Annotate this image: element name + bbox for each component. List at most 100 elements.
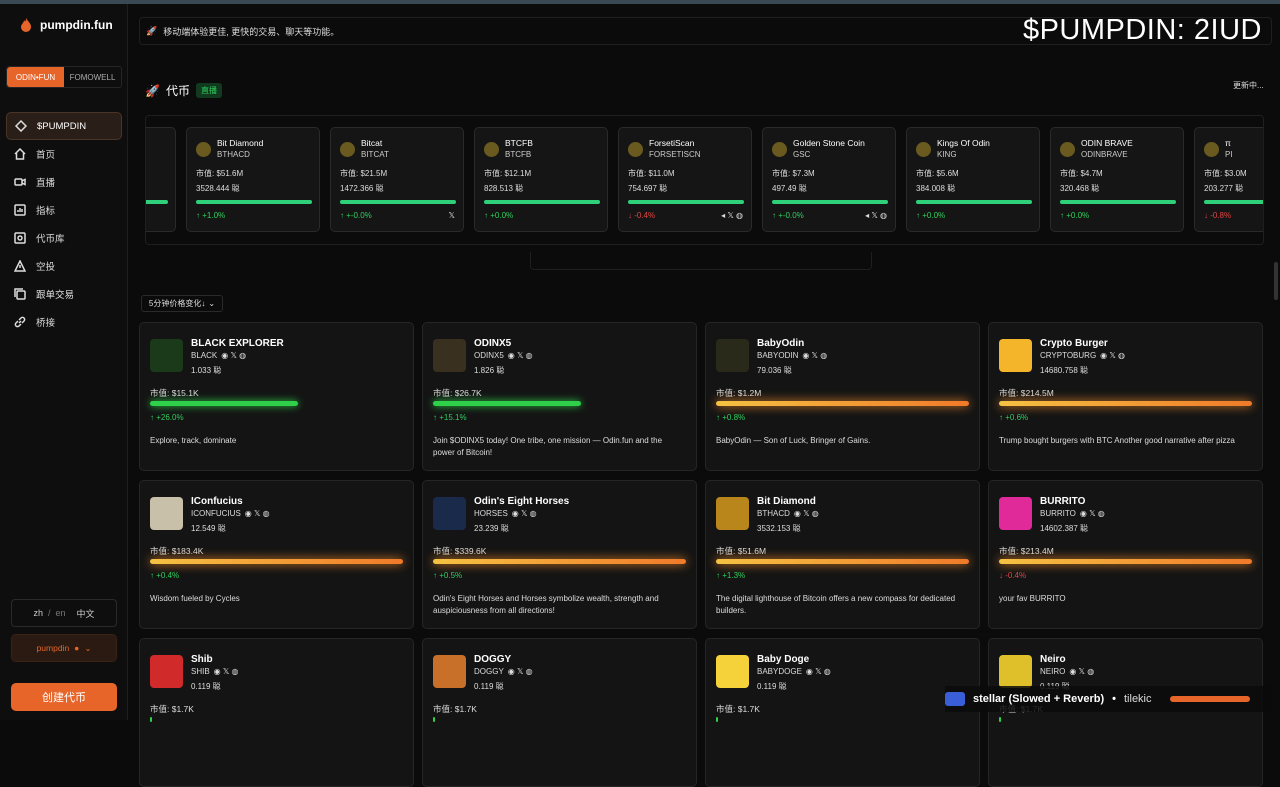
token-card[interactable]: DOGGY DOGGY ◉ 𝕏 ◍ 0.119 聪市值: $1.7K — [422, 638, 697, 787]
progress-bar[interactable] — [1169, 696, 1250, 702]
token-ticker-row: BABYDOGE ◉ 𝕏 ◍ — [757, 667, 831, 676]
social-icons[interactable]: ◉ 𝕏 ◍ — [214, 667, 239, 676]
section-header: 🚀 代币 直播 — [145, 82, 222, 99]
social-icons[interactable]: ◉ 𝕏 ◍ — [508, 351, 533, 360]
segment-fomowell[interactable]: FOMOWELL — [64, 67, 121, 87]
social-icons[interactable]: ◉ 𝕏 ◍ — [508, 667, 533, 676]
token-avatar — [716, 655, 749, 688]
token-description: Join $ODINX5 today! One tribe, one missi… — [433, 436, 663, 457]
social-icons[interactable]: ◉ 𝕏 ◍ — [794, 509, 819, 518]
nav-item-library[interactable]: 代币库 — [6, 224, 122, 252]
nav-label: 首页 — [36, 150, 56, 161]
token-card[interactable]: Shib SHIB ◉ 𝕏 ◍ 0.119 聪市值: $1.7K — [139, 638, 414, 787]
social-links[interactable]: 𝕏 — [449, 211, 455, 220]
token-card[interactable]: IConfucius ICONFUCIUS ◉ 𝕏 ◍ 12.549 聪市值: $18… — [139, 480, 414, 629]
social-icons[interactable]: ◉ 𝕏 ◍ — [1100, 351, 1125, 360]
platform-switch: ODIN•FUN FOMOWELL — [6, 66, 122, 88]
social-icons[interactable]: ◉ 𝕏 ◍ — [512, 509, 537, 518]
holders: 828.513 聪 — [484, 184, 524, 193]
market-cap: 市值: $1.7K — [433, 704, 477, 714]
segment-odinfun[interactable]: ODIN•FUN — [7, 67, 64, 87]
lang-zh[interactable]: zh — [33, 608, 43, 618]
social-links[interactable]: ◂ 𝕏 ◍ — [865, 211, 887, 220]
holders: 0.119 聪 — [191, 682, 221, 691]
lang-en[interactable]: en — [56, 608, 66, 618]
token-icon — [1060, 142, 1075, 157]
price-change: ↑ +-0.0% — [772, 211, 804, 220]
token-card[interactable]: Odin's Eight Horses HORSES ◉ 𝕏 ◍ 23.239 聪市值… — [422, 480, 697, 629]
ticker-card[interactable]: Bit Diamond BTHACD 市值: $51.6M 3528.444 聪 ↑ +… — [186, 127, 320, 232]
diamond-icon — [15, 120, 27, 132]
social-icons[interactable]: ◉ 𝕏 ◍ — [245, 509, 270, 518]
token-ticker: ODINX5 — [474, 351, 504, 360]
price-change: ↓ -0.8% — [1204, 211, 1232, 220]
token-name: ODINX5 — [474, 338, 512, 349]
user-menu[interactable]: pumpdin ● ⌄ — [11, 634, 117, 662]
price-change: ↑ +-0.0% — [340, 211, 372, 220]
nav-item-bridge[interactable]: 桥接 — [6, 308, 122, 336]
nav-item-copytrade[interactable]: 跟单交易 — [6, 280, 122, 308]
token-card[interactable]: NeiroNEIRO◉ 𝕏 ◍0.119 聪市值: $1.7K — [988, 638, 1263, 787]
lang-cn[interactable]: 中文 — [77, 607, 95, 620]
token-name: Bit Diamond — [217, 138, 264, 148]
market-cap: 市值: $51.6M — [196, 169, 244, 178]
ticker-card[interactable]: Bitcat BITCAT 市值: $21.5M 1472.366 聪 ↑ +-0.0%… — [330, 127, 464, 232]
scrollbar[interactable] — [1274, 262, 1278, 300]
logo[interactable]: pumpdin.fun — [20, 18, 113, 32]
market-cap: 市值: $7.3M — [772, 169, 815, 178]
token-ticker: SHIB — [191, 667, 210, 676]
social-icons[interactable]: ◉ 𝕏 ◍ — [1080, 509, 1105, 518]
sort-select[interactable]: 5分钟价格变化↓ ⌄ — [141, 295, 223, 312]
holders: 497.49 聪 — [772, 184, 807, 193]
token-card[interactable]: BLACK EXPLORER BLACK ◉ 𝕏 ◍ 1.033 聪市值: $15.1… — [139, 322, 414, 471]
price-change: ↓ -0.4% — [999, 571, 1027, 580]
holders: 14680.758 聪 — [1040, 366, 1089, 375]
ticker-card[interactable]: π PI 市值: $3.0M 203.277 聪 ↓ -0.8% — [1194, 127, 1263, 232]
token-ticker: BABYODIN — [757, 351, 799, 360]
token-card[interactable]: BabyOdin BABYODIN ◉ 𝕏 ◍ 79.036 聪市值: $1.2M ↑ … — [705, 322, 980, 471]
ticker-card[interactable]: Kings Of Odin KING 市值: $5.6M 384.008 聪 ↑ +0.… — [906, 127, 1040, 232]
token-card[interactable]: Crypto Burger CRYPTOBURG ◉ 𝕏 ◍ 14680.758 聪市… — [988, 322, 1263, 471]
social-icons[interactable]: ◉ 𝕏 ◍ — [806, 667, 831, 676]
link-icon — [14, 316, 26, 328]
progress-bar — [433, 559, 686, 564]
token-card[interactable]: Bit Diamond BTHACD ◉ 𝕏 ◍ 3532.153 聪市值: $51.… — [705, 480, 980, 629]
ticker-card[interactable]: Golden Stone Coin GSC 市值: $7.3M 497.49 聪 ↑ +… — [762, 127, 896, 232]
social-icons[interactable]: ◉ 𝕏 ◍ — [802, 351, 827, 360]
holders: 3528.444 聪 — [196, 184, 240, 193]
ticker-card[interactable]: ODIN BRAVE ODINBRAVE 市值: $4.7M 320.468 聪 ↑ +… — [1050, 127, 1184, 232]
token-name: ODIN BRAVE — [1081, 138, 1133, 148]
ticker-carousel[interactable]: Bit Diamond BTHACD 市值: $51.6M 3528.444 聪 ↑ +… — [145, 115, 1264, 245]
holders: 79.036 聪 — [757, 366, 792, 375]
token-name: Crypto Burger — [1040, 338, 1108, 349]
language-switch[interactable]: zh / en 中文 — [11, 599, 117, 627]
market-cap: 市值: $213.4M — [999, 546, 1054, 556]
holders: 3532.153 聪 — [757, 524, 801, 533]
ticker-card[interactable]: ForsetiScan FORSETISCN 市值: $11.0M 754.697 聪… — [618, 127, 752, 232]
token-card[interactable]: Baby Doge BABYDOGE ◉ 𝕏 ◍ 0.119 聪市值: $1.7K — [705, 638, 980, 787]
token-card[interactable]: ODINX5 ODINX5 ◉ 𝕏 ◍ 1.826 聪市值: $26.7K ↑ +15.… — [422, 322, 697, 471]
music-player[interactable]: stellar (Slowed + Reverb) • tilekic — [945, 686, 1273, 712]
token-avatar — [433, 339, 466, 372]
ticker-card-partial[interactable] — [146, 127, 176, 232]
nav-item-metrics[interactable]: 指标 — [6, 196, 122, 224]
progress-bar — [150, 559, 403, 564]
social-links[interactable]: ◂ 𝕏 ◍ — [721, 211, 743, 220]
nav-item-live[interactable]: 直播 — [6, 168, 122, 196]
token-avatar — [716, 339, 749, 372]
ticker-card[interactable]: BTCFB BTCFB 市值: $12.1M 828.513 聪 ↑ +0.0% — [474, 127, 608, 232]
social-icons[interactable]: ◉ 𝕏 ◍ — [221, 351, 246, 360]
social-icons[interactable]: ◉ 𝕏 ◍ — [1069, 667, 1094, 676]
carousel-indicator — [530, 252, 872, 270]
token-avatar — [999, 339, 1032, 372]
token-ticker: NEIRO — [1040, 667, 1066, 676]
nav-item-airdrop[interactable]: 空投 — [6, 252, 122, 280]
nav-item-home[interactable]: 首页 — [6, 140, 122, 168]
holders: 203.277 聪 — [1204, 184, 1244, 193]
token-card[interactable]: BURRITO BURRITO ◉ 𝕏 ◍ 14602.387 聪市值: $213.4… — [988, 480, 1263, 629]
token-icon — [916, 142, 931, 157]
flame-icon — [21, 18, 31, 32]
create-token-button[interactable]: 创建代币 — [11, 683, 117, 711]
token-icon — [196, 142, 211, 157]
nav-item-pumpdin[interactable]: $PUMPDIN — [6, 112, 122, 140]
